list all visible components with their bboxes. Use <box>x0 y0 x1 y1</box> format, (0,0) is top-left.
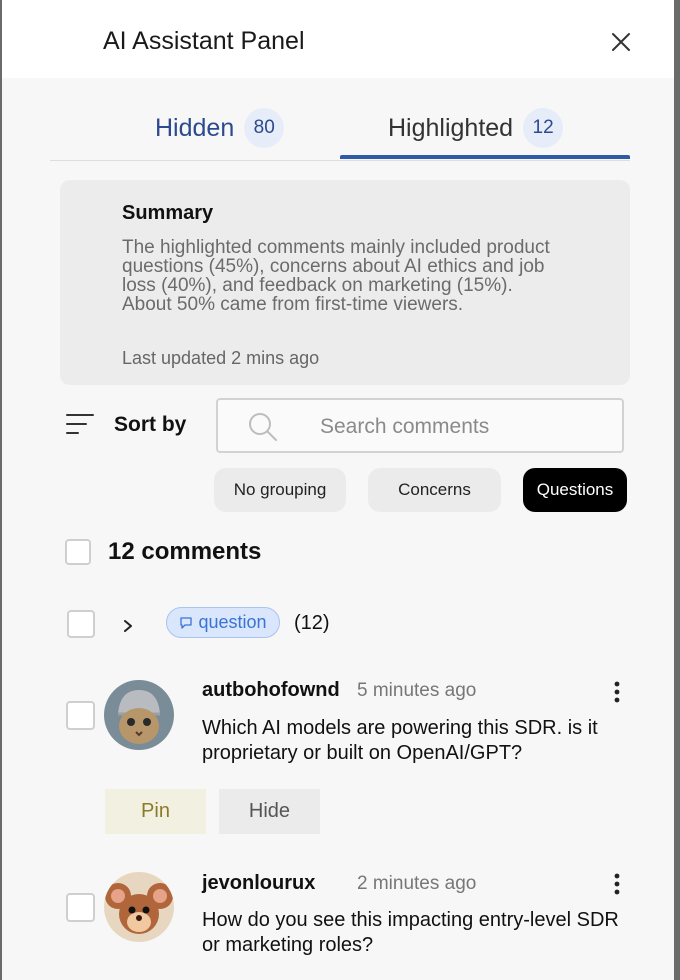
filter-chip-questions[interactable]: Questions <box>523 468 627 512</box>
comment-checkbox[interactable] <box>66 701 95 730</box>
sort-by-label[interactable]: Sort by <box>114 413 186 437</box>
group-checkbox[interactable] <box>67 610 95 638</box>
comment-username[interactable]: autbohofownd <box>202 679 340 702</box>
summary-card: Summary The highlighted comments mainly … <box>60 180 630 385</box>
comment-text: How do you see this impacting entry-leve… <box>202 909 619 956</box>
active-tab-indicator <box>340 155 630 159</box>
filter-chip-concerns[interactable]: Concerns <box>368 468 501 512</box>
tab-divider <box>50 160 630 161</box>
avatar <box>104 680 174 750</box>
panel-header: AI Assistant Panel <box>2 0 674 78</box>
tab-highlighted-count-badge: 12 <box>523 108 564 148</box>
ai-assistant-panel: AI Assistant Panel Hidden 80 Highlighted… <box>2 0 674 980</box>
filter-chip-no-grouping[interactable]: No grouping <box>214 468 346 512</box>
tab-hidden-label: Hidden <box>155 113 235 142</box>
summary-updated-time: Last updated 2 mins ago <box>122 348 320 368</box>
question-tag[interactable]: question <box>166 607 280 638</box>
question-tag-label: question <box>198 612 267 632</box>
comment-timestamp: 2 minutes ago <box>357 873 477 894</box>
summary-text: The highlighted comments mainly included… <box>122 237 550 315</box>
avatar <box>104 872 174 942</box>
sort-icon[interactable] <box>66 412 94 436</box>
more-options-icon[interactable] <box>613 873 621 895</box>
pin-button[interactable]: Pin <box>105 789 206 834</box>
comment-text: Which AI models are powering this SDR. i… <box>202 717 598 764</box>
comment-icon <box>180 616 193 629</box>
search-icon <box>249 413 277 441</box>
comment-timestamp: 5 minutes ago <box>357 680 477 701</box>
search-box <box>216 398 624 453</box>
group-count: (12) <box>294 612 330 634</box>
select-all-checkbox[interactable] <box>65 539 91 565</box>
chevron-right-icon[interactable] <box>120 616 136 636</box>
comment-checkbox[interactable] <box>66 893 95 922</box>
hide-button[interactable]: Hide <box>219 789 320 834</box>
tab-hidden-count-badge: 80 <box>244 108 285 148</box>
tab-hidden[interactable]: Hidden 80 <box>155 100 285 156</box>
more-options-icon[interactable] <box>613 681 621 703</box>
comments-count: 12 comments <box>108 538 262 565</box>
search-input[interactable] <box>318 408 612 446</box>
summary-title: Summary <box>122 202 214 224</box>
tab-highlighted[interactable]: Highlighted 12 <box>388 100 564 156</box>
close-icon[interactable] <box>607 28 635 56</box>
panel-title: AI Assistant Panel <box>103 27 305 55</box>
comment-username[interactable]: jevonlourux <box>202 872 315 895</box>
tab-highlighted-label: Highlighted <box>388 113 514 142</box>
tab-bar: Hidden 80 Highlighted 12 <box>50 100 630 162</box>
